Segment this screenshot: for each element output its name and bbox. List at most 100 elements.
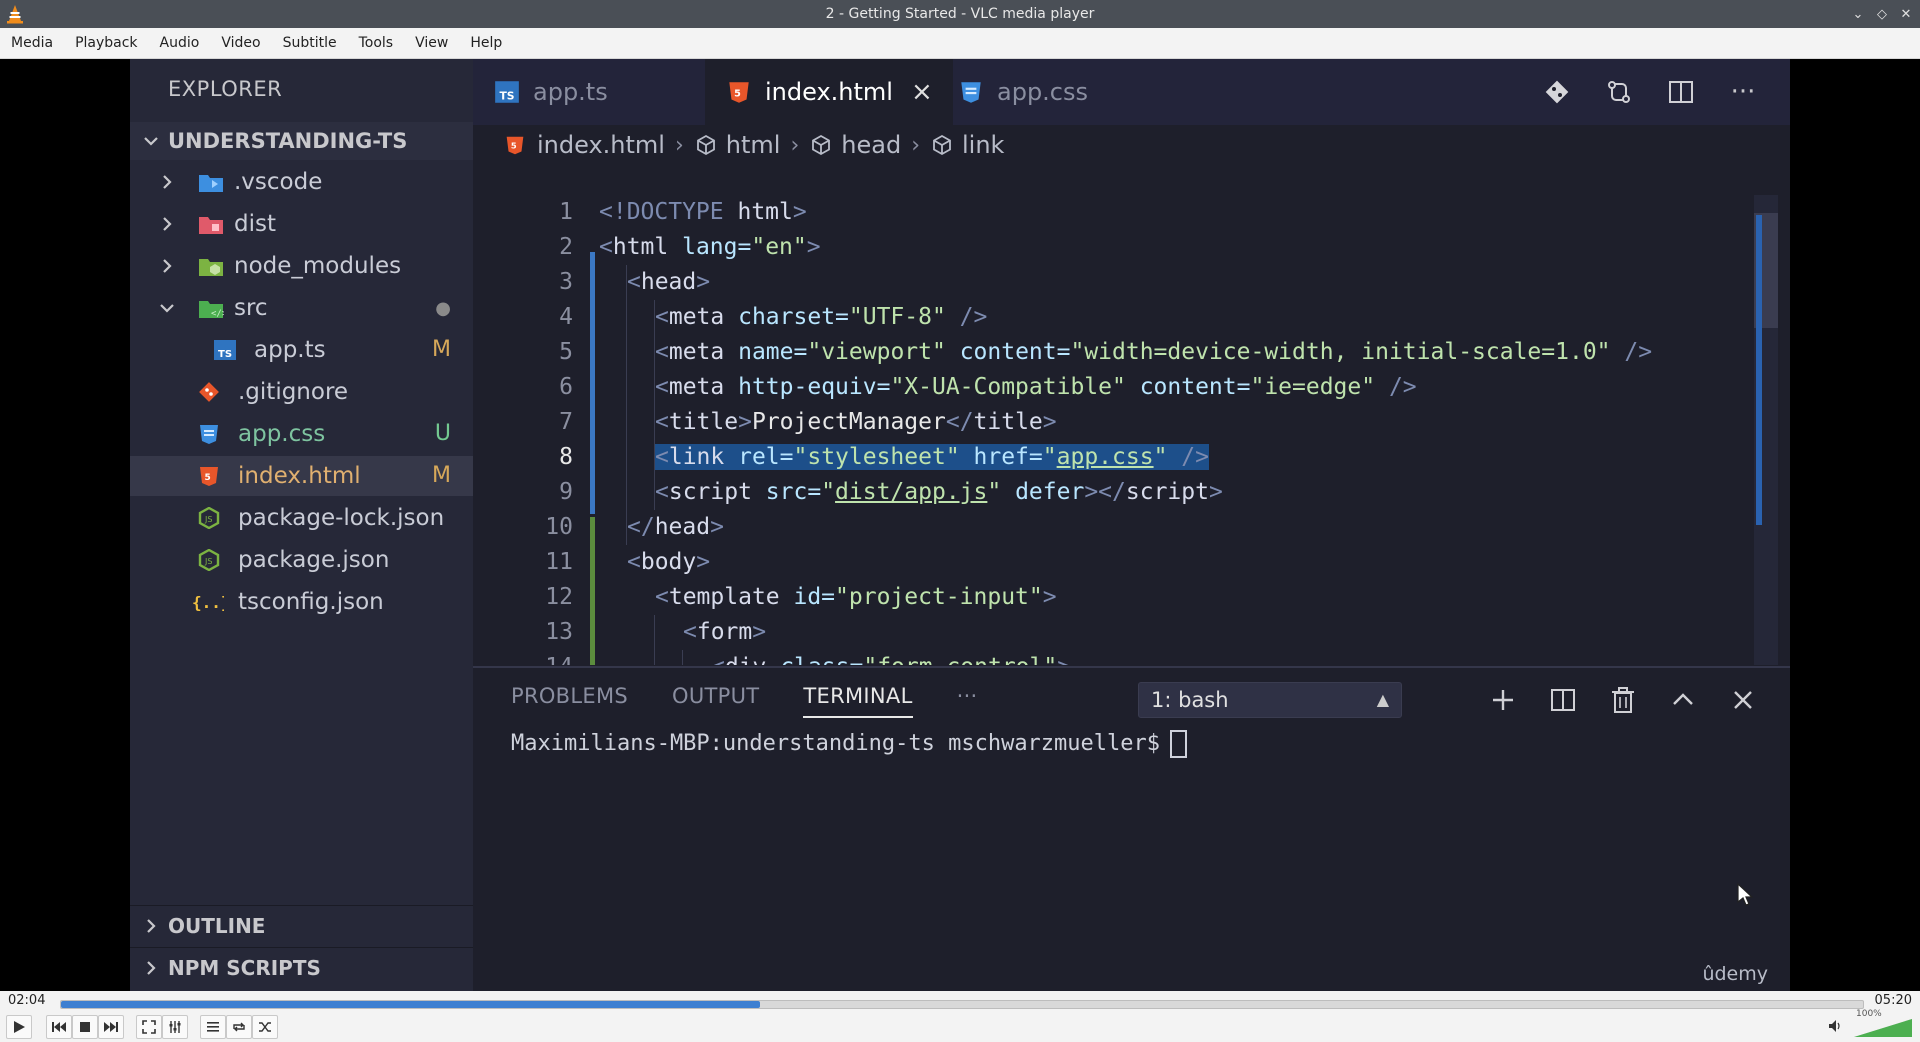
git-compare-icon[interactable] bbox=[1540, 75, 1574, 109]
loop-button[interactable] bbox=[226, 1015, 252, 1039]
vscode-window: EXPLORER UNDERSTANDING-TS .vscode dist n… bbox=[130, 59, 1790, 991]
outline-section[interactable]: OUTLINE bbox=[130, 905, 473, 946]
code-line: <meta name="viewport" content="width=dev… bbox=[655, 339, 1653, 365]
previous-button[interactable] bbox=[46, 1015, 72, 1039]
more-actions-icon[interactable]: ··· bbox=[1726, 75, 1760, 109]
tab-label: app.css bbox=[997, 78, 1089, 106]
restore-icon[interactable]: ◇ bbox=[1874, 6, 1890, 22]
tab-app-css[interactable]: app.css bbox=[937, 59, 1185, 125]
tree-item-package-lock[interactable]: JS package-lock.json bbox=[130, 498, 473, 538]
line-number: 14 bbox=[473, 654, 573, 665]
terminal-output[interactable]: Maximilians-MBP:understanding-ts mschwar… bbox=[511, 730, 1188, 758]
tree-item-node-modules[interactable]: node_modules bbox=[130, 246, 473, 286]
total-time[interactable]: 05:20 bbox=[1875, 993, 1912, 1008]
line-number: 13 bbox=[545, 619, 573, 645]
fullscreen-button[interactable] bbox=[136, 1015, 162, 1039]
git-modified-gutter bbox=[590, 252, 595, 514]
tree-item-vscode[interactable]: .vscode bbox=[130, 162, 473, 202]
element-cube-icon bbox=[933, 134, 951, 156]
modified-dot: ● bbox=[435, 298, 451, 319]
tab-output[interactable]: OUTPUT bbox=[672, 684, 759, 718]
tree-label: .vscode bbox=[234, 169, 323, 195]
next-icon bbox=[104, 1022, 118, 1032]
tab-index-html[interactable]: 5 index.html × bbox=[705, 59, 953, 125]
close-panel-icon[interactable] bbox=[1726, 683, 1760, 717]
close-tab-icon[interactable]: × bbox=[911, 77, 933, 107]
code-line: <meta charset="UTF-8" /> bbox=[655, 304, 988, 330]
line-number: 6 bbox=[559, 374, 573, 400]
tab-problems[interactable]: PROBLEMS bbox=[511, 684, 628, 718]
seek-bar[interactable] bbox=[60, 1000, 1864, 1009]
split-editor-icon[interactable] bbox=[1664, 75, 1698, 109]
udemy-watermark: ûdemy bbox=[1702, 963, 1768, 985]
breadcrumb-html[interactable]: html › bbox=[694, 131, 809, 159]
tab-label: app.ts bbox=[533, 78, 608, 106]
breadcrumb-file[interactable]: 5 index.html › bbox=[503, 131, 694, 159]
code-line: <script src="dist/app.js" defer></script… bbox=[655, 479, 1223, 505]
next-button[interactable] bbox=[98, 1015, 124, 1039]
breadcrumb-link[interactable]: link bbox=[930, 131, 1004, 159]
volume-icon[interactable] bbox=[1828, 1019, 1844, 1033]
project-header[interactable]: UNDERSTANDING-TS bbox=[130, 122, 473, 160]
open-changes-icon[interactable] bbox=[1602, 75, 1636, 109]
tree-item-gitignore[interactable]: .gitignore bbox=[130, 372, 473, 412]
chevron-right-icon: › bbox=[674, 132, 684, 158]
trash-icon[interactable] bbox=[1606, 683, 1640, 717]
menu-tools[interactable]: Tools bbox=[348, 28, 405, 58]
chevron-right-icon bbox=[163, 259, 172, 273]
tree-item-app-css[interactable]: app.css U bbox=[130, 414, 473, 454]
title-bar: 2 - Getting Started - VLC media player ⌄… bbox=[0, 0, 1920, 28]
shuffle-button[interactable] bbox=[252, 1015, 278, 1039]
code-editor[interactable]: 1 2 3 4 5 6 7 8 9 10 11 12 13 14 15 16 1… bbox=[473, 165, 1790, 665]
tree-label: app.css bbox=[238, 421, 326, 447]
playlist-button[interactable] bbox=[200, 1015, 226, 1039]
editor-scrollbar[interactable] bbox=[1754, 195, 1778, 665]
new-terminal-icon[interactable] bbox=[1486, 683, 1520, 717]
volume-control[interactable]: 100% bbox=[1828, 1009, 1914, 1037]
more-icon[interactable]: ··· bbox=[957, 684, 978, 718]
line-number: 4 bbox=[559, 304, 573, 330]
editor-tabs: TS app.ts 5 index.html × app.css ··· bbox=[473, 59, 1790, 125]
tree-item-src[interactable]: </> src ● bbox=[130, 288, 473, 328]
node-file-icon: JS bbox=[198, 507, 220, 529]
split-terminal-icon[interactable] bbox=[1546, 683, 1580, 717]
play-button[interactable] bbox=[6, 1015, 32, 1039]
tab-terminal[interactable]: TERMINAL bbox=[803, 684, 913, 718]
menu-playback[interactable]: Playback bbox=[64, 28, 148, 58]
close-icon[interactable]: ✕ bbox=[1898, 6, 1914, 22]
tree-item-package-json[interactable]: JS package.json bbox=[130, 540, 473, 580]
code-line: <meta http-equiv="X-UA-Compatible" conte… bbox=[655, 374, 1417, 400]
volume-slider[interactable] bbox=[1854, 1019, 1912, 1037]
menu-video[interactable]: Video bbox=[210, 28, 271, 58]
breadcrumb-head[interactable]: head › bbox=[809, 131, 930, 159]
tree-item-tsconfig[interactable]: {..} tsconfig.json bbox=[130, 582, 473, 622]
line-number: 8 bbox=[559, 444, 573, 470]
vscode-folder-icon bbox=[199, 175, 223, 192]
menu-subtitle[interactable]: Subtitle bbox=[272, 28, 348, 58]
tree-label: dist bbox=[234, 211, 276, 237]
tree-label: src bbox=[234, 295, 268, 321]
terminal-select[interactable]: 1: bash ▲ bbox=[1138, 682, 1402, 718]
tree-item-dist[interactable]: dist bbox=[130, 204, 473, 244]
menu-media[interactable]: Media bbox=[0, 28, 64, 58]
git-badge: M bbox=[432, 463, 451, 488]
mouse-pointer-icon bbox=[1737, 882, 1754, 906]
tab-app-ts[interactable]: TS app.ts bbox=[473, 59, 721, 125]
menu-view[interactable]: View bbox=[404, 28, 459, 58]
video-area[interactable]: EXPLORER UNDERSTANDING-TS .vscode dist n… bbox=[0, 59, 1920, 991]
menu-help[interactable]: Help bbox=[459, 28, 513, 58]
stop-button[interactable] bbox=[72, 1015, 98, 1039]
svg-text:JS: JS bbox=[204, 557, 212, 566]
tree-item-index-html[interactable]: 5 index.html M bbox=[130, 456, 473, 496]
volume-percent: 100% bbox=[1856, 1009, 1882, 1019]
tree-item-app-ts[interactable]: TS app.ts M bbox=[130, 330, 473, 370]
minimize-icon[interactable]: ⌄ bbox=[1850, 6, 1866, 22]
indent-guide bbox=[626, 265, 627, 545]
stop-icon bbox=[80, 1022, 90, 1032]
npm-scripts-section[interactable]: NPM SCRIPTS bbox=[130, 947, 473, 988]
extended-settings-button[interactable] bbox=[162, 1015, 188, 1039]
elapsed-time[interactable]: 02:04 bbox=[8, 993, 45, 1008]
chevron-up-icon[interactable] bbox=[1666, 683, 1700, 717]
line-number: 10 bbox=[545, 514, 573, 540]
menu-audio[interactable]: Audio bbox=[149, 28, 211, 58]
